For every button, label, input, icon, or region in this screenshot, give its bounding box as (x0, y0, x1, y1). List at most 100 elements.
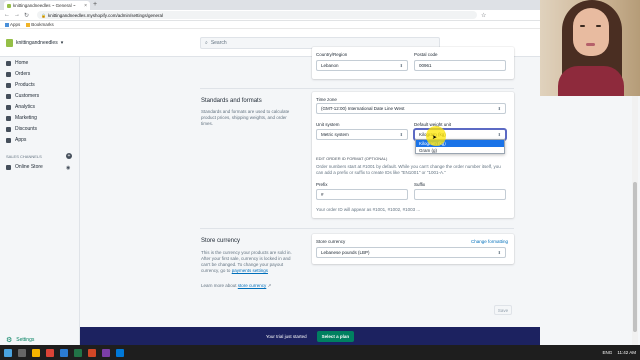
postal-code-field[interactable]: 00961 (414, 60, 506, 71)
sidebar-item-analytics[interactable]: Analytics (6, 104, 35, 110)
trial-text: Your trial just started (265, 333, 307, 339)
prefix-label: Prefix (316, 182, 328, 187)
bookmark-folder[interactable]: Bookmarks (26, 22, 54, 27)
select-arrow-icon: ⬍ (399, 63, 403, 68)
shopify-logo-icon (6, 39, 13, 47)
apps-icon (6, 137, 11, 143)
suffix-label: Suffix (414, 182, 426, 187)
apps-grid-icon (5, 22, 9, 27)
mouse-pointer-icon: ➤ (432, 135, 438, 141)
search-placeholder: Search (210, 40, 227, 46)
sidebar-item-customers[interactable]: Customers (6, 93, 39, 99)
sidebar-item-online-store[interactable]: Online Store (6, 164, 43, 170)
shopify-favicon-icon (7, 3, 11, 8)
section-divider (200, 88, 514, 89)
unit-system-select[interactable]: Metric system ⬍ (316, 129, 408, 140)
app-icon[interactable] (102, 348, 110, 357)
view-store-eye-icon[interactable]: ◉ (66, 165, 70, 171)
unit-system-label: Unit system (316, 122, 340, 127)
save-button[interactable]: Save (494, 305, 512, 315)
windows-start-icon[interactable] (4, 348, 12, 357)
folder-icon (26, 22, 31, 27)
sidebar-item-marketing[interactable]: Marketing (6, 115, 37, 121)
powerpoint-icon[interactable] (88, 348, 96, 357)
system-tray: ENG 11:42 AM (603, 350, 636, 355)
sidebar-item-orders[interactable]: Orders (6, 71, 30, 77)
order-id-preview: Your order ID will appear as #1001, #100… (316, 207, 421, 212)
bookmark-apps[interactable]: Apps (5, 22, 20, 27)
file-explorer-icon[interactable] (32, 348, 40, 357)
forward-icon[interactable]: → (14, 12, 20, 18)
select-arrow-icon: ⬍ (399, 132, 403, 137)
excel-icon[interactable] (74, 348, 82, 357)
word-icon[interactable] (60, 348, 68, 357)
change-formatting-link[interactable]: Change formatting (471, 239, 508, 244)
store-currency-link[interactable]: store currency (238, 283, 267, 288)
standards-title: Standards and formats (201, 98, 262, 104)
back-icon[interactable]: ← (4, 12, 10, 18)
select-arrow-icon: ⬍ (497, 106, 501, 111)
weight-option-gram[interactable]: Gram (g) (416, 147, 504, 154)
presenter-shirt (558, 66, 624, 96)
external-link-icon: ↗ (266, 283, 272, 288)
reload-icon[interactable]: ↻ (24, 12, 29, 19)
os-taskbar: ENG 11:42 AM (0, 345, 640, 360)
sidebar-item-products[interactable]: Products (6, 82, 35, 88)
timezone-label: Time zone (316, 97, 337, 102)
sidebar-item-discounts[interactable]: Discounts (6, 126, 37, 132)
close-tab-icon[interactable]: × (84, 3, 87, 9)
prefix-field[interactable]: # (316, 189, 408, 200)
section-divider (200, 228, 514, 229)
search-icon: ⌕ (205, 40, 208, 46)
home-icon (6, 60, 11, 66)
clock[interactable]: 11:42 AM (617, 350, 636, 355)
store-name: knittingandneedles (16, 40, 58, 46)
currency-label: Store currency (316, 239, 346, 244)
suffix-field[interactable] (414, 189, 506, 200)
tab-title: knittingandneedles ~ General ~ (13, 3, 76, 8)
order-format-description: Order numbers start at #1001 by default.… (316, 164, 501, 175)
url-field[interactable]: 🔒 knittingandneedles.myshopify.com/admin… (37, 11, 478, 19)
trial-banner: Your trial just started Select a plan (80, 327, 540, 345)
mail-icon[interactable] (116, 348, 124, 357)
currency-description: This is the currency your products are s… (201, 250, 292, 273)
payments-settings-link[interactable]: payments settings (232, 268, 268, 273)
search-taskbar-icon[interactable] (18, 348, 26, 357)
select-arrow-icon: ⬍ (497, 250, 501, 255)
chrome-icon[interactable] (46, 348, 54, 357)
address-card: Country/Region Lebanon ⬍ Postal code 0096… (312, 47, 514, 79)
bookmark-star-icon[interactable]: ☆ (481, 12, 486, 19)
scrollbar-thumb[interactable] (633, 182, 637, 332)
marketing-icon (6, 115, 11, 121)
analytics-icon (6, 104, 11, 110)
select-plan-button[interactable]: Select a plan (316, 330, 355, 342)
webcam-overlay (540, 0, 640, 96)
orders-icon (6, 71, 11, 77)
discounts-icon (6, 126, 11, 132)
products-icon (6, 82, 11, 88)
presenter-face (573, 8, 609, 56)
add-sales-channel-icon[interactable]: + (66, 153, 72, 159)
postal-label: Postal code (414, 52, 438, 57)
country-label: Country/Region (316, 52, 348, 57)
browser-tab[interactable]: knittingandneedles ~ General ~ × (4, 1, 90, 10)
presenter-eye (596, 25, 601, 27)
sales-channels-heading: SALES CHANNELS (6, 154, 42, 159)
sidebar-item-settings[interactable]: ⚙ Settings (6, 336, 34, 344)
sidebar-item-home[interactable]: Home (6, 60, 28, 66)
store-switcher[interactable]: knittingandneedles ▾ (6, 39, 63, 47)
currency-card: Store currency Change formatting Lebanes… (312, 234, 514, 264)
page-right-gutter (540, 96, 640, 345)
select-arrow-icon: ⬍ (497, 132, 501, 137)
timezone-select[interactable]: (GMT-12:00) International Date Line West… (316, 103, 506, 114)
presenter-eye (580, 25, 585, 27)
url-text: knittingandneedles.myshopify.com/admin/s… (48, 12, 163, 18)
standards-description: Standards and formats are used to calcul… (201, 109, 290, 126)
language-indicator[interactable]: ENG (603, 350, 613, 355)
chevron-down-icon: ▾ (60, 40, 64, 46)
standards-card: Time zone (GMT-12:00) International Date… (312, 92, 514, 218)
sidebar-item-apps[interactable]: Apps (6, 137, 26, 143)
currency-select[interactable]: Lebanese pounds (LBP) ⬍ (316, 247, 506, 258)
new-tab-button[interactable]: + (93, 1, 97, 8)
country-select[interactable]: Lebanon ⬍ (316, 60, 408, 71)
